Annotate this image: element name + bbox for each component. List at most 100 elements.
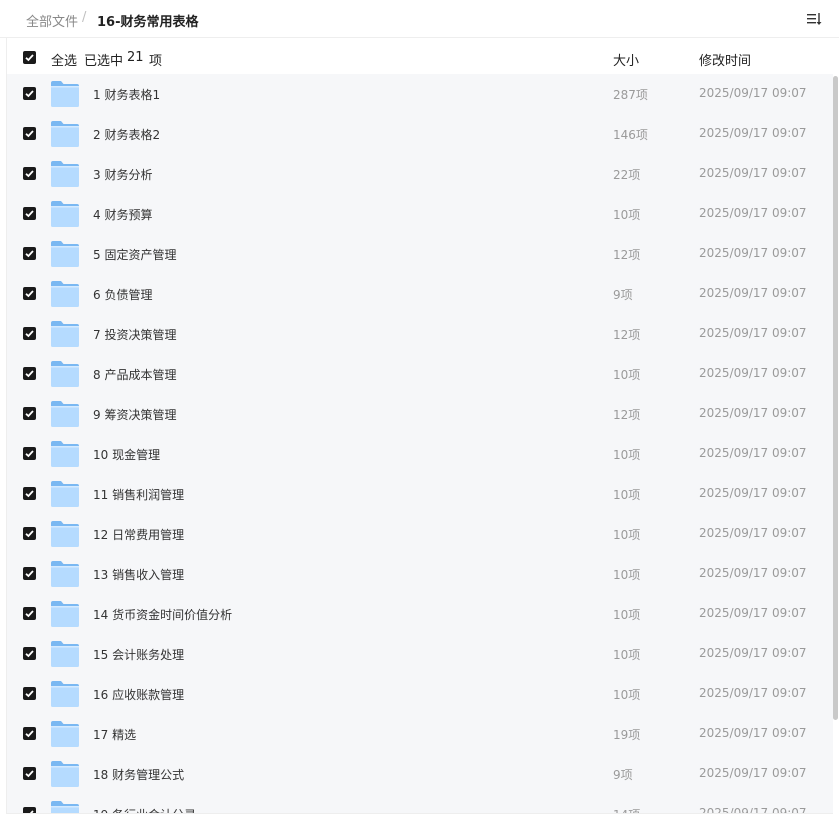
row-checkbox[interactable]	[23, 767, 36, 780]
file-row[interactable]: 15 会计账务处理 10项 2025/09/17 09:07	[7, 634, 833, 674]
file-size: 9项	[613, 288, 633, 302]
file-row[interactable]: 19 各行业会计分录 14项 2025/09/17 09:07	[7, 794, 833, 814]
file-name[interactable]: 15 会计账务处理	[93, 646, 184, 663]
file-row[interactable]: 18 财务管理公式 9项 2025/09/17 09:07	[7, 754, 833, 794]
file-size: 10项	[613, 488, 641, 502]
file-row[interactable]: 9 筹资决策管理 12项 2025/09/17 09:07	[7, 394, 833, 434]
file-name[interactable]: 6 负债管理	[93, 286, 152, 303]
file-name[interactable]: 12 日常费用管理	[93, 526, 184, 543]
checkbox-checked-icon	[25, 530, 34, 538]
folder-icon	[50, 520, 80, 548]
file-mtime: 2025/09/17 09:07	[699, 606, 807, 620]
file-name[interactable]: 11 销售利润管理	[93, 486, 184, 503]
file-row[interactable]: 8 产品成本管理 10项 2025/09/17 09:07	[7, 354, 833, 394]
scrollbar-thumb[interactable]	[833, 76, 838, 720]
row-checkbox[interactable]	[23, 487, 36, 500]
row-checkbox[interactable]	[23, 287, 36, 300]
file-name[interactable]: 10 现金管理	[93, 446, 160, 463]
folder-icon	[50, 280, 80, 308]
row-checkbox[interactable]	[23, 807, 36, 813]
select-all-label[interactable]: 全选	[51, 50, 77, 69]
file-row[interactable]: 17 精选 19项 2025/09/17 09:07	[7, 714, 833, 754]
checkbox-checked-icon	[25, 650, 34, 658]
selected-count: 21	[127, 50, 144, 65]
file-row[interactable]: 16 应收账款管理 10项 2025/09/17 09:07	[7, 674, 833, 714]
file-size: 146项	[613, 128, 648, 142]
file-row[interactable]: 1 财务表格1 287项 2025/09/17 09:07	[7, 74, 833, 114]
row-checkbox[interactable]	[23, 567, 36, 580]
file-mtime: 2025/09/17 09:07	[699, 806, 807, 814]
file-row[interactable]: 14 货币资金时间价值分析 10项 2025/09/17 09:07	[7, 594, 833, 634]
row-checkbox[interactable]	[23, 447, 36, 460]
row-checkbox[interactable]	[23, 327, 36, 340]
file-name[interactable]: 7 投资决策管理	[93, 326, 176, 343]
folder-icon	[50, 680, 80, 708]
checkbox-checked-icon	[25, 170, 34, 178]
folder-icon	[50, 320, 80, 348]
file-name[interactable]: 17 精选	[93, 726, 136, 743]
folder-icon	[50, 640, 80, 668]
file-mtime: 2025/09/17 09:07	[699, 486, 807, 500]
row-checkbox[interactable]	[23, 87, 36, 100]
file-row[interactable]: 10 现金管理 10项 2025/09/17 09:07	[7, 434, 833, 474]
file-name[interactable]: 16 应收账款管理	[93, 686, 184, 703]
file-size: 12项	[613, 328, 641, 342]
file-size: 10项	[613, 568, 641, 582]
select-all-checkbox[interactable]	[23, 51, 36, 64]
file-row[interactable]: 12 日常费用管理 10项 2025/09/17 09:07	[7, 514, 833, 554]
file-mtime: 2025/09/17 09:07	[699, 686, 807, 700]
file-name[interactable]: 2 财务表格2	[93, 126, 160, 143]
file-row[interactable]: 7 投资决策管理 12项 2025/09/17 09:07	[7, 314, 833, 354]
file-row[interactable]: 13 销售收入管理 10项 2025/09/17 09:07	[7, 554, 833, 594]
file-name[interactable]: 14 货币资金时间价值分析	[93, 606, 232, 623]
file-mtime: 2025/09/17 09:07	[699, 246, 807, 260]
row-checkbox[interactable]	[23, 687, 36, 700]
folder-icon	[50, 200, 80, 228]
row-checkbox[interactable]	[23, 167, 36, 180]
file-row[interactable]: 2 财务表格2 146项 2025/09/17 09:07	[7, 114, 833, 154]
row-checkbox[interactable]	[23, 247, 36, 260]
row-checkbox[interactable]	[23, 607, 36, 620]
file-mtime: 2025/09/17 09:07	[699, 286, 807, 300]
file-name[interactable]: 18 财务管理公式	[93, 766, 184, 783]
file-name[interactable]: 13 销售收入管理	[93, 566, 184, 583]
column-header-mtime[interactable]: 修改时间	[699, 50, 751, 69]
row-checkbox[interactable]	[23, 727, 36, 740]
row-checkbox[interactable]	[23, 207, 36, 220]
file-row[interactable]: 4 财务预算 10项 2025/09/17 09:07	[7, 194, 833, 234]
top-bar: 全部文件 / 16-财务常用表格	[0, 0, 839, 38]
checkbox-checked-icon	[25, 570, 34, 578]
file-mtime: 2025/09/17 09:07	[699, 766, 807, 780]
file-row[interactable]: 6 负债管理 9项 2025/09/17 09:07	[7, 274, 833, 314]
column-header-size[interactable]: 大小	[613, 50, 639, 69]
sort-list-icon[interactable]	[806, 11, 822, 27]
file-name[interactable]: 5 固定资产管理	[93, 246, 176, 263]
row-checkbox[interactable]	[23, 367, 36, 380]
file-size: 10项	[613, 608, 641, 622]
row-checkbox[interactable]	[23, 407, 36, 420]
file-name[interactable]: 9 筹资决策管理	[93, 406, 176, 423]
file-row[interactable]: 5 固定资产管理 12项 2025/09/17 09:07	[7, 234, 833, 274]
checkbox-checked-icon	[25, 290, 34, 298]
breadcrumb-current: 16-财务常用表格	[97, 15, 199, 30]
file-size: 10项	[613, 448, 641, 462]
file-name[interactable]: 8 产品成本管理	[93, 366, 176, 383]
file-name[interactable]: 1 财务表格1	[93, 86, 160, 103]
file-name[interactable]: 19 各行业会计分录	[93, 806, 196, 813]
file-mtime: 2025/09/17 09:07	[699, 446, 807, 460]
file-mtime: 2025/09/17 09:07	[699, 646, 807, 660]
row-checkbox[interactable]	[23, 527, 36, 540]
folder-icon	[50, 600, 80, 628]
file-name[interactable]: 3 财务分析	[93, 166, 152, 183]
file-size: 287项	[613, 88, 648, 102]
checkbox-checked-icon	[25, 490, 34, 498]
file-name[interactable]: 4 财务预算	[93, 206, 152, 223]
file-row[interactable]: 11 销售利润管理 10项 2025/09/17 09:07	[7, 474, 833, 514]
checkbox-checked-icon	[25, 90, 34, 98]
file-size: 10项	[613, 528, 641, 542]
file-row[interactable]: 3 财务分析 22项 2025/09/17 09:07	[7, 154, 833, 194]
breadcrumb-root[interactable]: 全部文件	[26, 11, 78, 30]
checkbox-checked-icon	[25, 770, 34, 778]
row-checkbox[interactable]	[23, 127, 36, 140]
row-checkbox[interactable]	[23, 647, 36, 660]
